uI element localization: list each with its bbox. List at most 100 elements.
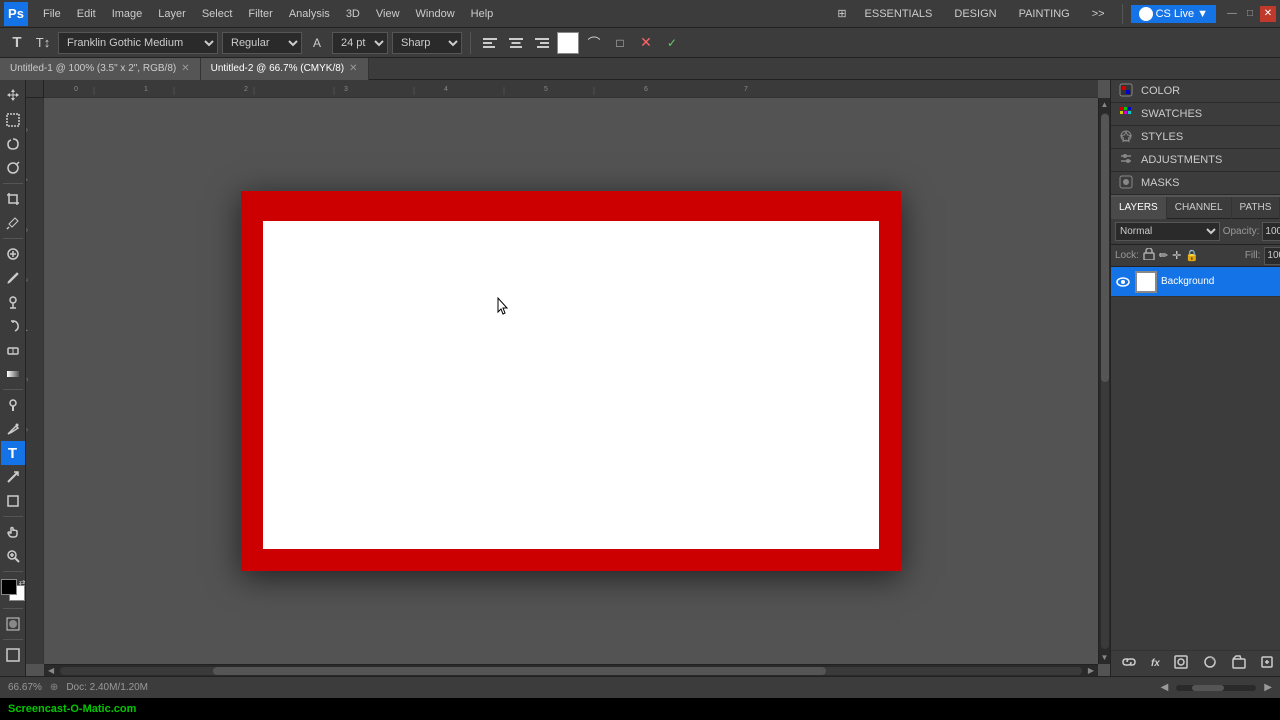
lock-transparency-icon[interactable] (1143, 248, 1155, 263)
menu-edit[interactable]: Edit (70, 6, 103, 22)
restore-button[interactable]: □ (1242, 6, 1258, 22)
color-swatches[interactable]: ⇄ (1, 579, 25, 601)
move-tool-button[interactable] (1, 84, 25, 108)
cs-live-label: CS Live (1156, 8, 1195, 20)
tab2-close-button[interactable]: ✕ (349, 63, 357, 74)
align-left-button[interactable] (479, 32, 501, 54)
brush-tool-button[interactable] (1, 266, 25, 290)
align-center-button[interactable] (505, 32, 527, 54)
h-scroll-triangle-left[interactable]: ◀ (44, 666, 58, 675)
styles-panel-row[interactable]: STYLES (1111, 126, 1280, 149)
screen-mode-button[interactable] (1, 643, 25, 667)
canvas-area[interactable]: 0 1 2 3 4 5 6 7 0 1 2 3 4 5 (26, 80, 1110, 676)
ws-painting[interactable]: PAINTING (1010, 5, 1079, 23)
new-group-button[interactable] (1232, 655, 1246, 672)
new-layer-button[interactable] (1260, 655, 1274, 672)
color-panel-row[interactable]: COLOR (1111, 80, 1280, 103)
zoom-tool-button[interactable] (1, 544, 25, 568)
blend-mode-select[interactable]: Normal (1115, 222, 1220, 241)
layers-tab[interactable]: LAYERS (1111, 197, 1167, 219)
document-tab-1[interactable]: Untitled-1 @ 100% (3.5" x 2", RGB/8) ✕ (0, 58, 201, 80)
lock-position-icon[interactable]: ✛ (1172, 249, 1181, 262)
adjustment-layer-button[interactable] (1203, 655, 1217, 672)
align-right-button[interactable] (531, 32, 553, 54)
navigate-left-icon[interactable]: ◀ (1161, 682, 1169, 693)
type-tool-button[interactable]: T (1, 441, 25, 465)
menu-layer[interactable]: Layer (151, 6, 193, 22)
v-scroll-triangle-down[interactable]: ▼ (1101, 651, 1109, 664)
history-brush-button[interactable] (1, 314, 25, 338)
menu-analysis[interactable]: Analysis (282, 6, 337, 22)
gradient-tool-button[interactable] (1, 362, 25, 386)
stamp-tool-button[interactable] (1, 290, 25, 314)
hand-tool-button[interactable] (1, 520, 25, 544)
arrange-windows-icon[interactable]: ⊞ (832, 5, 851, 22)
menu-view[interactable]: View (369, 6, 407, 22)
ws-essentials[interactable]: ESSENTIALS (856, 5, 942, 23)
menu-3d[interactable]: 3D (339, 6, 367, 22)
quick-select-button[interactable] (1, 156, 25, 180)
lock-all-icon[interactable]: 🔒 (1185, 249, 1199, 262)
menu-help[interactable]: Help (464, 6, 501, 22)
menu-file[interactable]: File (36, 6, 68, 22)
font-style-select[interactable]: Regular (222, 32, 302, 54)
pen-tool-button[interactable] (1, 417, 25, 441)
adjustments-panel-row[interactable]: ADJUSTMENTS (1111, 149, 1280, 172)
swap-colors-icon[interactable]: ⇄ (19, 578, 26, 587)
v-scroll-triangle-up[interactable]: ▲ (1101, 98, 1109, 111)
canvas-document[interactable] (241, 191, 901, 571)
fx-button[interactable]: fx (1151, 658, 1160, 669)
cs-live-button[interactable]: CS Live ▼ (1131, 5, 1216, 23)
quick-mask-button[interactable] (1, 612, 25, 636)
ws-more[interactable]: >> (1083, 5, 1114, 23)
cancel-type-icon[interactable]: ✕ (635, 32, 657, 54)
tab1-close-button[interactable]: ✕ (181, 63, 189, 74)
add-mask-button[interactable] (1174, 655, 1188, 672)
minimize-button[interactable]: — (1224, 6, 1240, 22)
menu-window[interactable]: Window (409, 6, 462, 22)
dodge-tool-button[interactable] (1, 393, 25, 417)
h-scrollbar[interactable]: ◀ ▶ (44, 664, 1098, 676)
link-layers-button[interactable] (1122, 655, 1136, 672)
close-button[interactable]: ✕ (1260, 6, 1276, 22)
anti-alias-select[interactable]: Sharp (392, 32, 462, 54)
channel-tab[interactable]: CHANNEL (1167, 197, 1232, 219)
marquee-tool-button[interactable] (1, 108, 25, 132)
swatches-panel-row[interactable]: SWATCHES (1111, 103, 1280, 126)
paths-tab[interactable]: PATHS (1232, 197, 1280, 219)
eraser-tool-button[interactable] (1, 338, 25, 362)
document-tab-2[interactable]: Untitled-2 @ 66.7% (CMYK/8) ✕ (201, 58, 369, 80)
shape-tool-button[interactable] (1, 489, 25, 513)
ws-design[interactable]: DESIGN (945, 5, 1005, 23)
canvas-inner[interactable] (263, 221, 879, 549)
commit-type-icon[interactable]: ✓ (661, 32, 683, 54)
warp-text-icon[interactable]: ⌒ (583, 32, 605, 54)
eyedropper-tool-button[interactable] (1, 211, 25, 235)
navigate-right-icon[interactable]: ▶ (1264, 682, 1272, 693)
fill-input[interactable] (1264, 247, 1280, 265)
v-scrollbar[interactable]: ▲ ▼ (1098, 98, 1110, 664)
path-select-button[interactable] (1, 465, 25, 489)
heal-tool-button[interactable] (1, 242, 25, 266)
svg-text:2: 2 (244, 86, 248, 93)
lasso-tool-button[interactable] (1, 132, 25, 156)
text-color-swatch[interactable] (557, 32, 579, 54)
canvas-wrapper[interactable] (44, 98, 1098, 664)
status-zoom-icon[interactable]: ⊕ (50, 682, 58, 693)
menu-image[interactable]: Image (105, 6, 150, 22)
menu-filter[interactable]: Filter (241, 6, 279, 22)
type-orientation-icon[interactable]: T↕ (32, 32, 54, 54)
font-size-select[interactable]: 24 pt (332, 32, 388, 54)
layer-item-background[interactable]: Background (1111, 267, 1280, 297)
svg-text:0: 0 (74, 86, 78, 93)
h-scroll-triangle-right[interactable]: ▶ (1084, 666, 1098, 675)
character-paragraph-icon[interactable]: □ (609, 32, 631, 54)
font-family-select[interactable]: Franklin Gothic Medium (58, 32, 218, 54)
lock-image-icon[interactable]: ✏ (1159, 249, 1168, 262)
foreground-color[interactable] (1, 579, 17, 595)
crop-tool-button[interactable] (1, 187, 25, 211)
layer-visibility-icon[interactable] (1115, 274, 1131, 290)
masks-panel-row[interactable]: MASKS (1111, 172, 1280, 195)
opacity-input[interactable] (1262, 222, 1280, 241)
menu-select[interactable]: Select (195, 6, 240, 22)
